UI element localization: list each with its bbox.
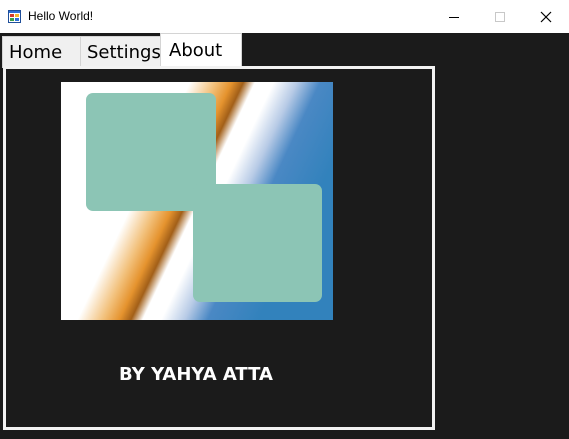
tab-settings-label: Settings <box>87 42 161 63</box>
close-icon <box>540 11 552 23</box>
app-window-icon <box>8 10 21 23</box>
app-window: Hello World! Home Settings About BY YAHY… <box>0 0 569 439</box>
minimize-button[interactable] <box>431 0 477 33</box>
tab-home-label: Home <box>9 42 63 63</box>
tab-about[interactable]: About <box>160 33 242 68</box>
minimize-icon <box>449 17 459 18</box>
author-credit: BY YAHYA ATTA <box>119 364 273 385</box>
maximize-button[interactable] <box>477 0 523 33</box>
window-title: Hello World! <box>28 9 94 23</box>
tab-strip: Home Settings About <box>0 33 569 68</box>
title-bar[interactable]: Hello World! <box>0 0 569 33</box>
tab-about-label: About <box>169 40 223 61</box>
logo-square-bottom-right <box>193 184 322 302</box>
app-logo <box>61 82 333 320</box>
close-button[interactable] <box>523 0 569 33</box>
maximize-icon <box>495 12 505 22</box>
tab-settings[interactable]: Settings <box>80 36 161 68</box>
tab-home[interactable]: Home <box>2 36 81 68</box>
